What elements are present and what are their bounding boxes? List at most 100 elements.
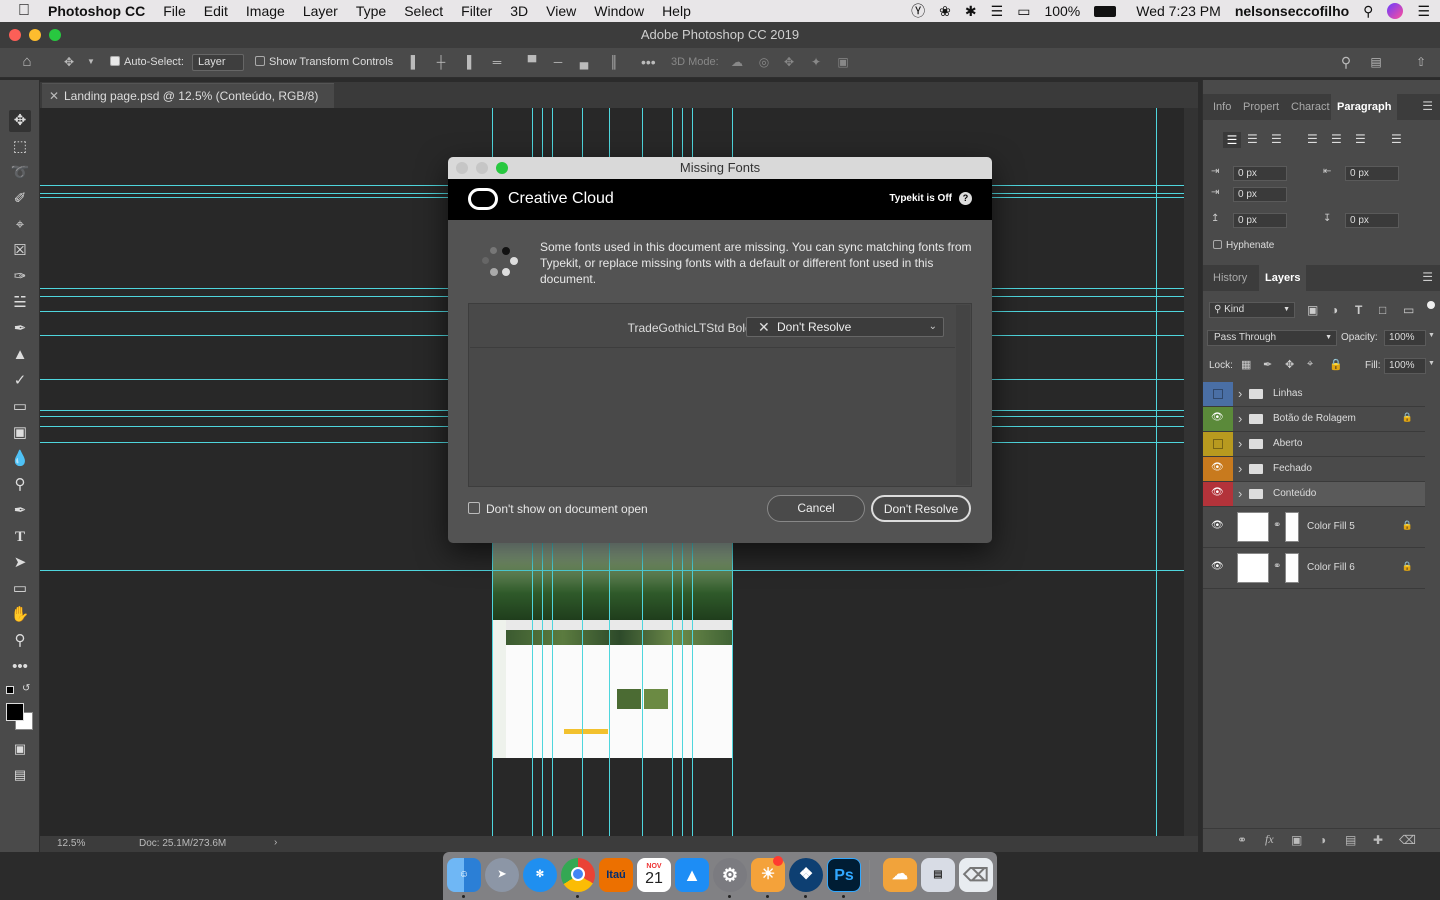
dodge-tool-icon[interactable]: ⚲ (9, 474, 31, 496)
layers-panel-menu-icon[interactable]: ☰ (1422, 270, 1433, 284)
workspace-icon[interactable]: ▤ (1369, 55, 1383, 69)
fill-field[interactable]: 100% (1384, 358, 1426, 374)
home-icon[interactable]: ⌂ (20, 54, 34, 69)
layer-row[interactable]: 👁 › Conteúdo (1203, 482, 1425, 507)
stamp-tool-icon[interactable]: ▲ (9, 344, 31, 366)
auto-select-checkbox[interactable]: Auto-Select: (110, 56, 184, 68)
space-before-field[interactable]: 0 px (1233, 213, 1287, 228)
menu-select[interactable]: Select (395, 3, 452, 19)
chevron-right-icon[interactable]: › (1238, 411, 1242, 426)
brush-tool-icon[interactable]: ✒ (9, 318, 31, 340)
distribute-icon[interactable]: ═ (490, 55, 504, 69)
guide-horizontal[interactable] (40, 570, 1184, 571)
justify-last-right-icon[interactable]: ☰ (1355, 132, 1366, 146)
indent-left-field[interactable]: 0 px (1233, 166, 1287, 181)
menu-layer[interactable]: Layer (294, 3, 347, 19)
battery-icon[interactable] (1094, 5, 1117, 17)
guide-vertical[interactable] (1156, 108, 1157, 836)
minimize-window-button[interactable] (29, 29, 41, 41)
filter-type-icon[interactable]: T (1355, 303, 1362, 317)
history-brush-tool-icon[interactable]: ✓ (9, 370, 31, 392)
eyedropper-tool-icon[interactable]: ✑ (9, 266, 31, 288)
clock[interactable]: Wed 7:23 PM (1136, 3, 1221, 19)
align-right-text-icon[interactable]: ☰ (1271, 132, 1282, 146)
pan-3d-icon[interactable]: ✥ (782, 55, 796, 69)
launchpad-icon[interactable]: ➤ (485, 858, 519, 892)
align-left-icon[interactable]: ▌ (408, 55, 422, 69)
quick-mask-icon[interactable]: ▣ (9, 738, 31, 760)
itau-icon[interactable]: Itaú (599, 858, 633, 892)
filter-pixel-icon[interactable]: ▣ (1307, 303, 1318, 317)
help-icon[interactable]: ? (959, 192, 972, 205)
siri-icon[interactable] (1387, 3, 1404, 19)
layer-filter-dropdown[interactable]: ⚲ Kind ▼ (1209, 302, 1295, 318)
align-hcenter-icon[interactable]: ┼ (434, 55, 448, 69)
chevron-down-icon[interactable]: ▼ (1428, 360, 1435, 367)
move-tool-preset-icon[interactable]: ✥ (62, 55, 76, 69)
distribute-vertical-icon[interactable]: ║ (607, 55, 621, 69)
zoom-level[interactable]: 12.5% (57, 838, 85, 849)
photoshop-icon[interactable]: Ps (827, 858, 861, 892)
tab-paragraph[interactable]: Paragraph (1331, 94, 1398, 120)
align-left-text-icon[interactable]: ☰ (1223, 132, 1241, 148)
opacity-field[interactable]: 100% (1384, 330, 1426, 346)
marquee-tool-icon[interactable]: ⬚ (9, 136, 31, 158)
chevron-right-icon[interactable]: › (1238, 436, 1242, 451)
more-options-icon[interactable]: ••• (641, 55, 656, 69)
layer-row[interactable]: 👁 ⚭ Color Fill 6 🔒 (1203, 548, 1425, 589)
camera-3d-icon[interactable]: ▣ (836, 55, 850, 69)
calendar-icon[interactable]: NOV 21 (637, 858, 671, 892)
justify-all-icon[interactable]: ☰ (1391, 132, 1402, 146)
layer-visibility-toggle[interactable] (1203, 432, 1233, 456)
new-group-icon[interactable]: ▤ (1345, 833, 1356, 847)
user-name[interactable]: nelsonseccofilho (1235, 3, 1349, 19)
lock-artboard-icon[interactable]: ⌖ (1307, 358, 1313, 371)
eraser-tool-icon[interactable]: ▭ (9, 396, 31, 418)
indent-right-field[interactable]: 0 px (1345, 166, 1399, 181)
layer-row[interactable]: 👁 › Fechado (1203, 457, 1425, 482)
safari-icon[interactable]: ✻ (523, 858, 557, 892)
chevron-right-icon[interactable]: › (1238, 486, 1242, 501)
chrome-icon[interactable] (561, 858, 595, 892)
default-colors-icon[interactable] (6, 686, 14, 694)
justify-last-center-icon[interactable]: ☰ (1331, 132, 1342, 146)
zoom-window-button[interactable] (49, 29, 61, 41)
filter-toggle-icon[interactable] (1427, 301, 1435, 309)
layer-visibility-toggle[interactable] (1203, 382, 1233, 406)
filter-smart-object-icon[interactable]: ▭ (1403, 303, 1414, 317)
tab-layers[interactable]: Layers (1259, 265, 1307, 291)
lasso-tool-icon[interactable]: ➰ (9, 162, 31, 184)
menu-type[interactable]: Type (347, 3, 395, 19)
justify-last-left-icon[interactable]: ☰ (1307, 132, 1318, 146)
tab-properties[interactable]: Propert (1237, 94, 1285, 120)
chevron-down-icon[interactable]: ▼ (84, 55, 98, 69)
chevron-down-icon[interactable]: ▼ (1428, 332, 1435, 339)
crop-tool-icon[interactable]: ⌖ (9, 214, 31, 236)
wifi-icon[interactable]: ☰ (991, 3, 1004, 20)
new-layer-icon[interactable]: ✚ (1373, 833, 1383, 847)
layer-row[interactable]: › Aberto (1203, 432, 1425, 457)
layer-row[interactable]: 👁 ⚭ Color Fill 5 🔒 (1203, 507, 1425, 548)
slide-3d-icon[interactable]: ✦ (809, 55, 823, 69)
tab-character[interactable]: Charact (1285, 94, 1336, 120)
foreground-color-swatch[interactable] (6, 703, 24, 721)
document-tab[interactable]: ✕ Landing page.psd @ 12.5% (Conteúdo, RG… (42, 83, 334, 108)
move-tool-icon[interactable]: ✥ (9, 110, 31, 132)
cancel-button[interactable]: Cancel (767, 495, 865, 522)
layer-visibility-toggle[interactable]: 👁 (1203, 507, 1233, 547)
dont-resolve-button[interactable]: Don't Resolve (871, 495, 971, 522)
frame-tool-icon[interactable]: ☒ (9, 240, 31, 262)
menu-view[interactable]: View (537, 3, 585, 19)
menu-file[interactable]: File (154, 3, 195, 19)
menu-image[interactable]: Image (237, 3, 294, 19)
chevron-right-icon[interactable]: › (274, 837, 277, 848)
chevron-right-icon[interactable]: › (1238, 461, 1242, 476)
align-bottom-icon[interactable]: ▄ (577, 55, 591, 69)
dont-show-checkbox[interactable]: Don't show on document open (468, 502, 648, 516)
edit-toolbar-icon[interactable]: ••• (9, 656, 31, 678)
type-tool-icon[interactable]: T (9, 526, 31, 548)
layer-visibility-toggle[interactable]: 👁 (1203, 482, 1233, 506)
lock-transparent-icon[interactable]: ▦ (1241, 358, 1251, 371)
adjustment-layer-icon[interactable]: ◑ (1319, 833, 1326, 847)
tab-history[interactable]: History (1207, 265, 1253, 291)
